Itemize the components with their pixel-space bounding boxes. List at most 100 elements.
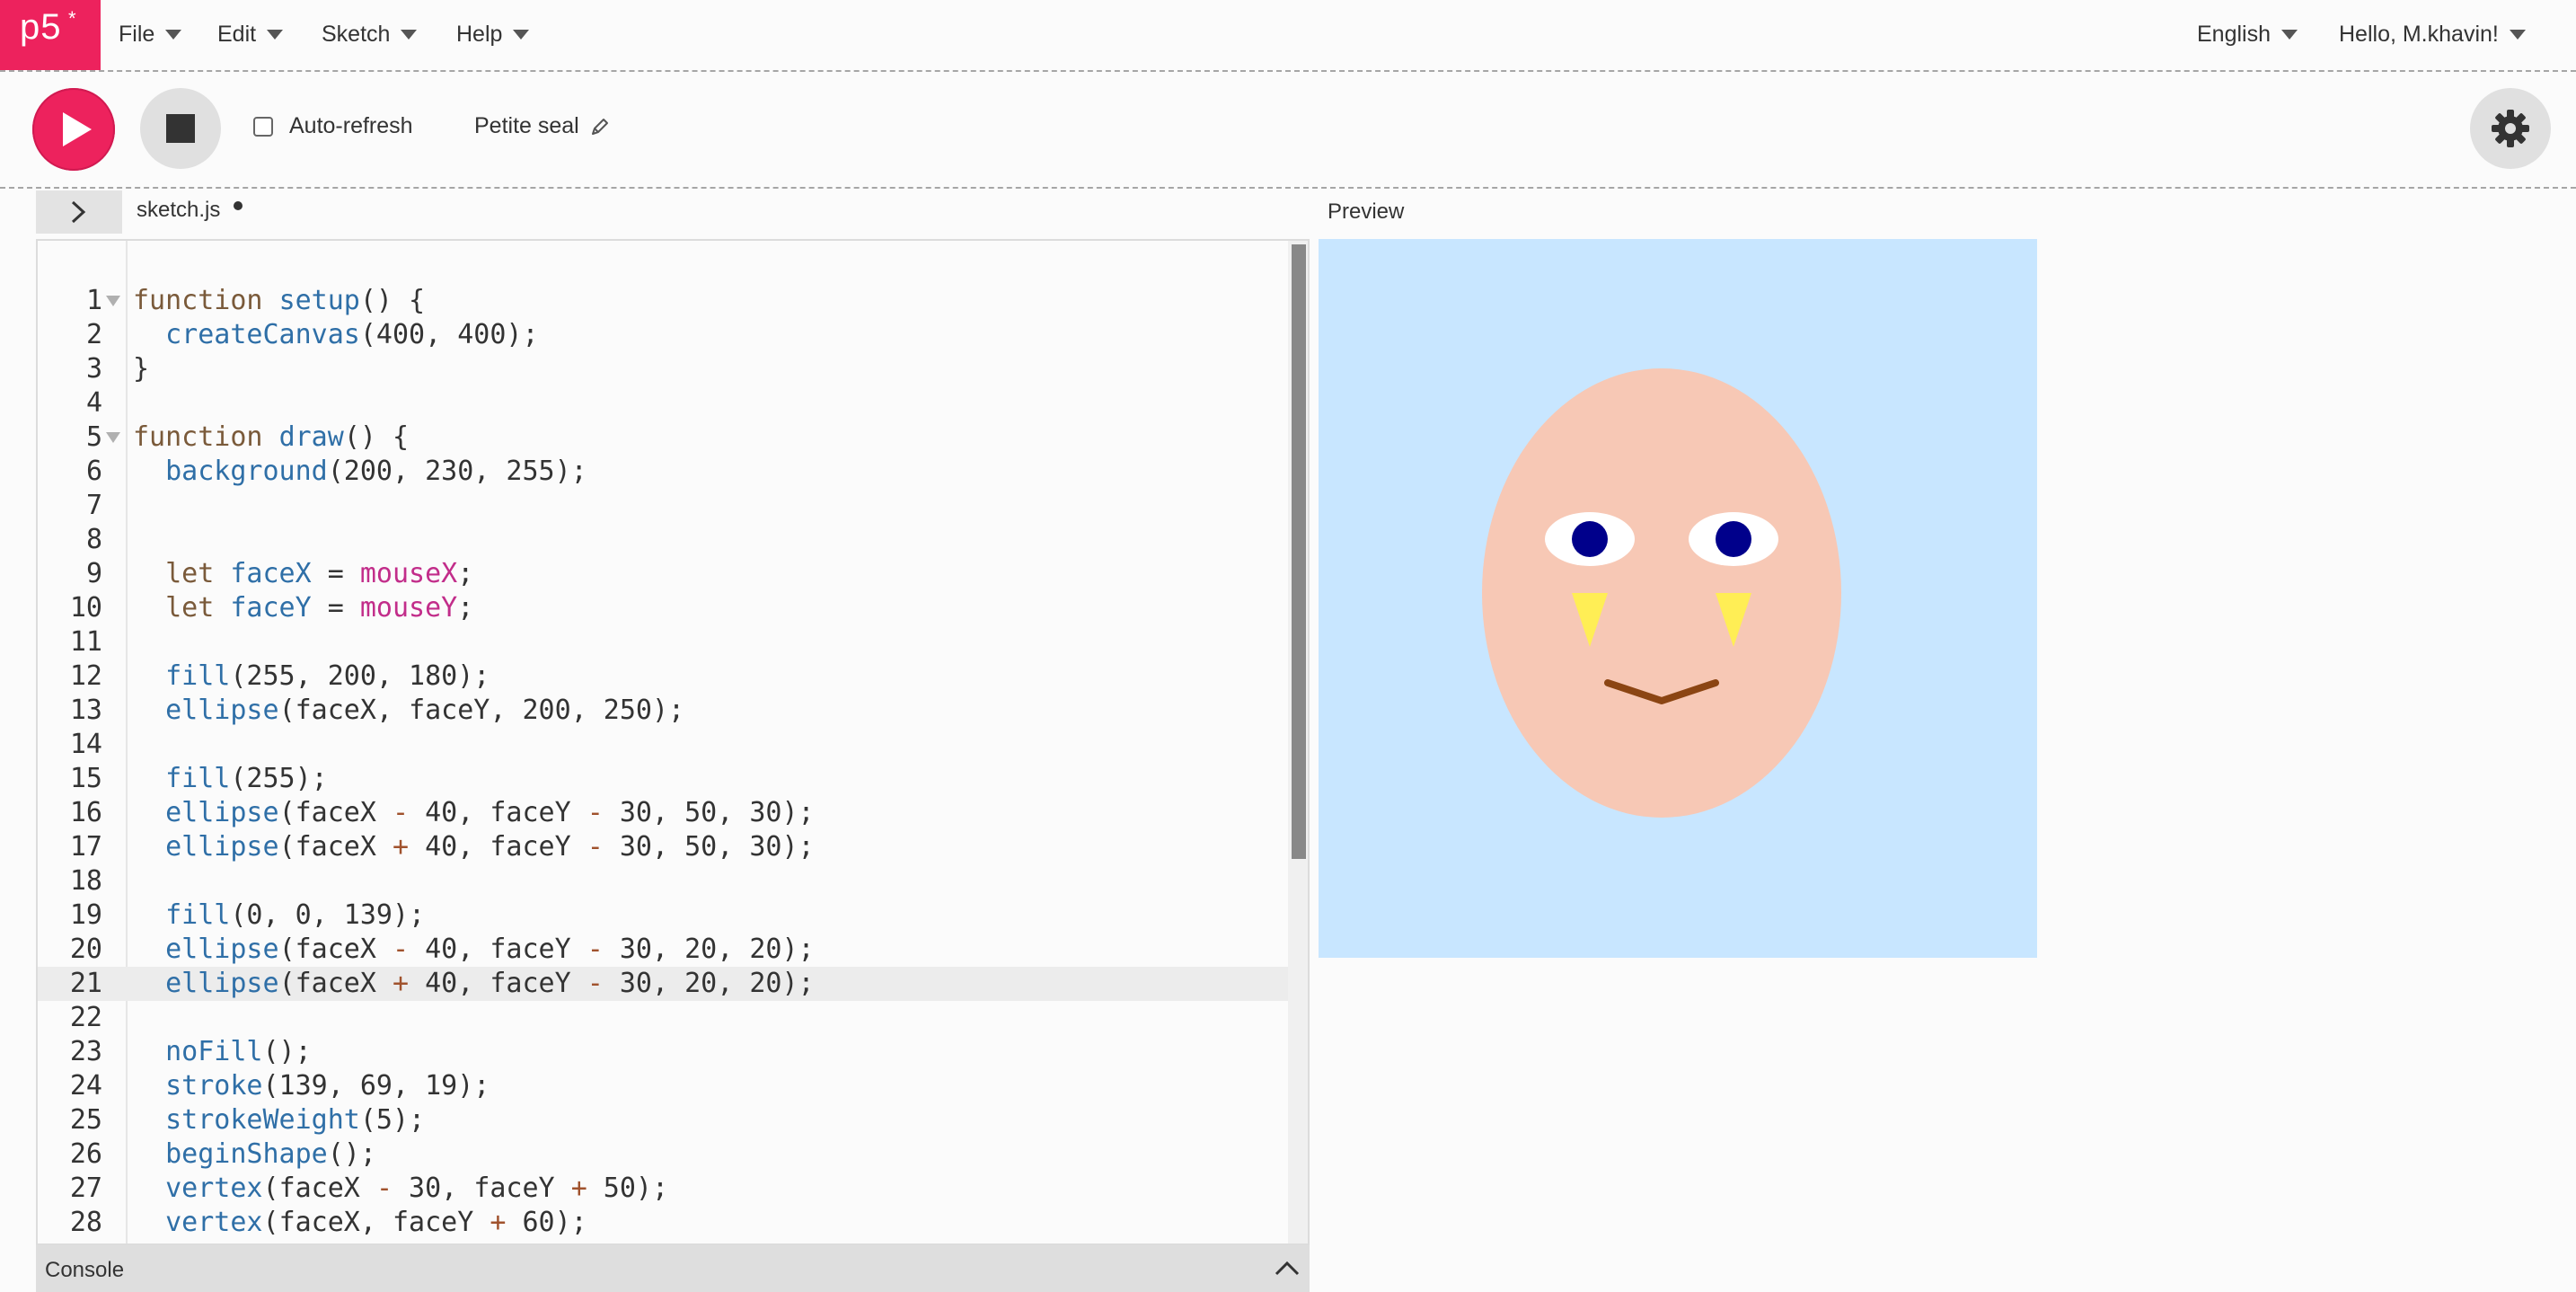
menu-edit[interactable]: Edit [217,16,284,52]
code-line[interactable]: 22 [38,1001,1292,1035]
code-line[interactable]: 18 [38,864,1292,898]
line-number: 26 [69,1138,102,1170]
line-number: 17 [69,831,102,863]
chevron-right-icon [71,200,86,224]
stop-icon [166,114,195,143]
code-line[interactable]: 23 noFill(); [38,1035,1292,1069]
face [1482,368,1841,818]
code-line[interactable]: 12 fill(255, 200, 180); [38,659,1292,694]
code-line[interactable]: 16 ellipse(faceX - 40, faceY - 30, 50, 3… [38,796,1292,830]
line-number: 4 [85,387,102,419]
code-line[interactable]: 20 ellipse(faceX - 40, faceY - 30, 20, 2… [38,933,1292,967]
code-text: stroke(139, 69, 19); [165,1070,490,1102]
code-text: fill(255, 200, 180); [165,660,490,692]
line-number: 11 [69,626,102,658]
code-line[interactable]: 9 let faceX = mouseX; [38,557,1292,591]
sidebar-toggle-button[interactable] [36,190,122,234]
menu-file[interactable]: File [119,16,182,52]
line-number: 3 [85,353,102,385]
code-line[interactable]: 11 [38,625,1292,659]
code-text: createCanvas(400, 400); [165,319,539,350]
sketch-name[interactable]: Petite seal [474,113,610,139]
p5-logo[interactable]: p5 * [0,0,101,70]
line-number: 21 [69,968,102,999]
menu-edit-label: Edit [217,21,257,47]
auto-refresh-checkbox[interactable] [253,116,273,137]
file-tab-sketch-js[interactable]: sketch.js [137,198,220,223]
sketch-output [1319,239,2037,958]
line-number: 25 [69,1104,102,1136]
code-line[interactable]: 8 [38,523,1292,557]
code-line[interactable]: 6 background(200, 230, 255); [38,455,1292,489]
code-line[interactable]: 1 function setup() { [38,284,1292,318]
line-number: 18 [69,865,102,897]
code-line[interactable]: 2 createCanvas(400, 400); [38,318,1292,352]
editor-scrollbar[interactable] [1288,241,1308,1243]
stop-button[interactable] [140,88,221,169]
code-line[interactable]: 25 strokeWeight(5); [38,1103,1292,1137]
code-text: beginShape(); [165,1138,376,1170]
user-greeting: Hello, M.khavin! [2339,21,2499,47]
code-line[interactable]: 28 vertex(faceX, faceY + 60); [38,1206,1292,1240]
line-number: 27 [69,1173,102,1204]
chevron-down-icon [2281,29,2298,40]
play-button[interactable] [32,88,115,171]
fold-arrow-icon[interactable] [106,296,120,306]
user-menu[interactable]: Hello, M.khavin! [2339,16,2526,52]
code-text: ellipse(faceX - 40, faceY - 30, 50, 30); [165,797,815,828]
unsaved-indicator [234,201,243,210]
code-line[interactable]: 17 ellipse(faceX + 40, faceY - 30, 50, 3… [38,830,1292,864]
code-text: let faceX = mouseX; [165,558,474,589]
code-text: background(200, 230, 255); [165,456,587,487]
auto-refresh-label: Auto-refresh [289,113,413,138]
chevron-down-icon [513,29,530,40]
code-text: ellipse(faceX - 40, faceY - 30, 20, 20); [165,934,815,965]
line-number: 14 [69,729,102,760]
code-line[interactable]: 10 let faceY = mouseY; [38,591,1292,625]
chevron-down-icon [2509,29,2526,40]
line-number: 1 [85,285,102,316]
code-line[interactable]: 21 ellipse(faceX + 40, faceY - 30, 20, 2… [38,967,1292,1001]
code-text: ellipse(faceX + 40, faceY - 30, 50, 30); [165,831,815,863]
code-line[interactable]: 13 ellipse(faceX, faceY, 200, 250); [38,694,1292,728]
code-line[interactable]: 27 vertex(faceX - 30, faceY + 50); [38,1172,1292,1206]
code-text: fill(255); [165,763,328,794]
code-line[interactable]: 19 fill(0, 0, 139); [38,898,1292,933]
code-line[interactable]: 24 stroke(139, 69, 19); [38,1069,1292,1103]
top-navbar: p5 * File Edit Sketch Help English Hello… [0,0,2576,72]
auto-refresh: Auto-refresh [253,113,413,139]
code-text: ellipse(faceX, faceY, 200, 250); [165,695,685,726]
line-number: 16 [69,797,102,828]
code-line[interactable]: 5 function draw() { [38,420,1292,455]
code-line[interactable]: 14 [38,728,1292,762]
chevron-up-icon[interactable] [1274,1258,1301,1278]
code-line[interactable]: 15 fill(255); [38,762,1292,796]
line-number: 10 [69,592,102,624]
language-selector[interactable]: English [2197,16,2298,52]
code-line[interactable]: 7 [38,489,1292,523]
settings-button[interactable] [2470,88,2551,169]
code-editor[interactable]: 1 function setup() {2 createCanvas(400, 4… [36,239,1310,1245]
left-pupil [1572,521,1608,557]
language-label: English [2197,21,2271,47]
line-number: 6 [85,456,102,487]
line-number: 15 [69,763,102,794]
file-tab-label: sketch.js [137,198,221,222]
line-number: 23 [69,1036,102,1067]
code-text: vertex(faceX, faceY + 60); [165,1207,587,1238]
code-text: noFill(); [165,1036,312,1067]
code-line[interactable]: 26 beginShape(); [38,1137,1292,1172]
line-number: 24 [69,1070,102,1102]
menu-sketch[interactable]: Sketch [322,16,418,52]
menu-file-label: File [119,21,155,47]
code-line[interactable]: 4 [38,386,1292,420]
logo-star: * [68,7,76,30]
chevron-down-icon [165,29,182,40]
preview-canvas[interactable] [1319,239,2037,958]
code-line[interactable]: 3} [38,352,1292,386]
editor-scrollbar-thumb[interactable] [1292,244,1306,859]
menu-help[interactable]: Help [456,16,530,52]
fold-arrow-icon[interactable] [106,432,120,443]
console-label: Console [45,1258,125,1282]
code-text: fill(0, 0, 139); [165,899,426,931]
